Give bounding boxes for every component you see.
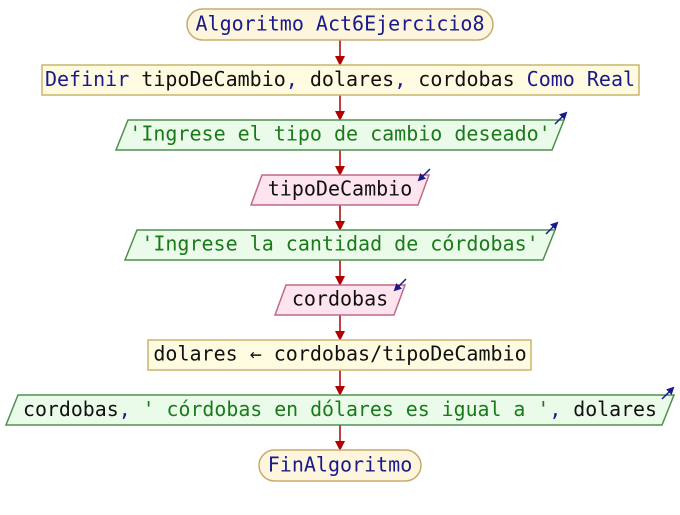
define-type-keyword: Como Real (527, 67, 635, 91)
input-block-2-text: cordobas (292, 287, 388, 311)
output-3-sep-2: , (549, 397, 573, 421)
define-process[interactable]: Definir tipoDeCambio, dolares, cordobas … (41, 64, 640, 96)
input-block-1-text: tipoDeCambio (268, 177, 413, 201)
define-name-3: cordobas (418, 67, 514, 91)
assign-statement: dolares ← cordobas/tipoDeCambio (153, 342, 526, 366)
output-3-var-1: cordobas (23, 397, 119, 421)
define-separator-1: , (286, 67, 310, 91)
define-statement: Definir tipoDeCambio, dolares, cordobas … (45, 67, 635, 91)
start-terminal-label: Algoritmo Act6Ejercicio8 (196, 12, 485, 36)
output-block-1[interactable]: 'Ingrese el tipo de cambio deseado' (114, 111, 568, 151)
define-separator-2: , (394, 67, 418, 91)
output-block-1-text: 'Ingrese el tipo de cambio deseado' (129, 122, 550, 146)
define-name-1: tipoDeCambio (141, 67, 286, 91)
input-block-2[interactable]: cordobas (273, 278, 407, 316)
define-keyword: Definir (45, 67, 129, 91)
output-block-3-text: cordobas, ' córdobas en dólares es igual… (23, 397, 657, 421)
output-3-sep-1: , (119, 397, 143, 421)
end-terminal[interactable]: FinAlgoritmo (258, 449, 422, 482)
output-block-2-text: 'Ingrese la cantidad de córdobas' (141, 232, 538, 256)
assign-process[interactable]: dolares ← cordobas/tipoDeCambio (147, 339, 532, 371)
output-block-2[interactable]: 'Ingrese la cantidad de córdobas' (123, 221, 559, 261)
start-terminal[interactable]: Algoritmo Act6Ejercicio8 (186, 8, 494, 41)
output-3-var-2: dolares (573, 397, 657, 421)
input-block-1[interactable]: tipoDeCambio (249, 168, 431, 206)
output-3-string: ' córdobas en dólares es igual a ' (143, 397, 550, 421)
define-name-2: dolares (310, 67, 394, 91)
end-terminal-label: FinAlgoritmo (268, 453, 413, 477)
flowchart-diagram: Algoritmo Act6Ejercicio8 Definir tipoDeC… (4, 8, 676, 482)
